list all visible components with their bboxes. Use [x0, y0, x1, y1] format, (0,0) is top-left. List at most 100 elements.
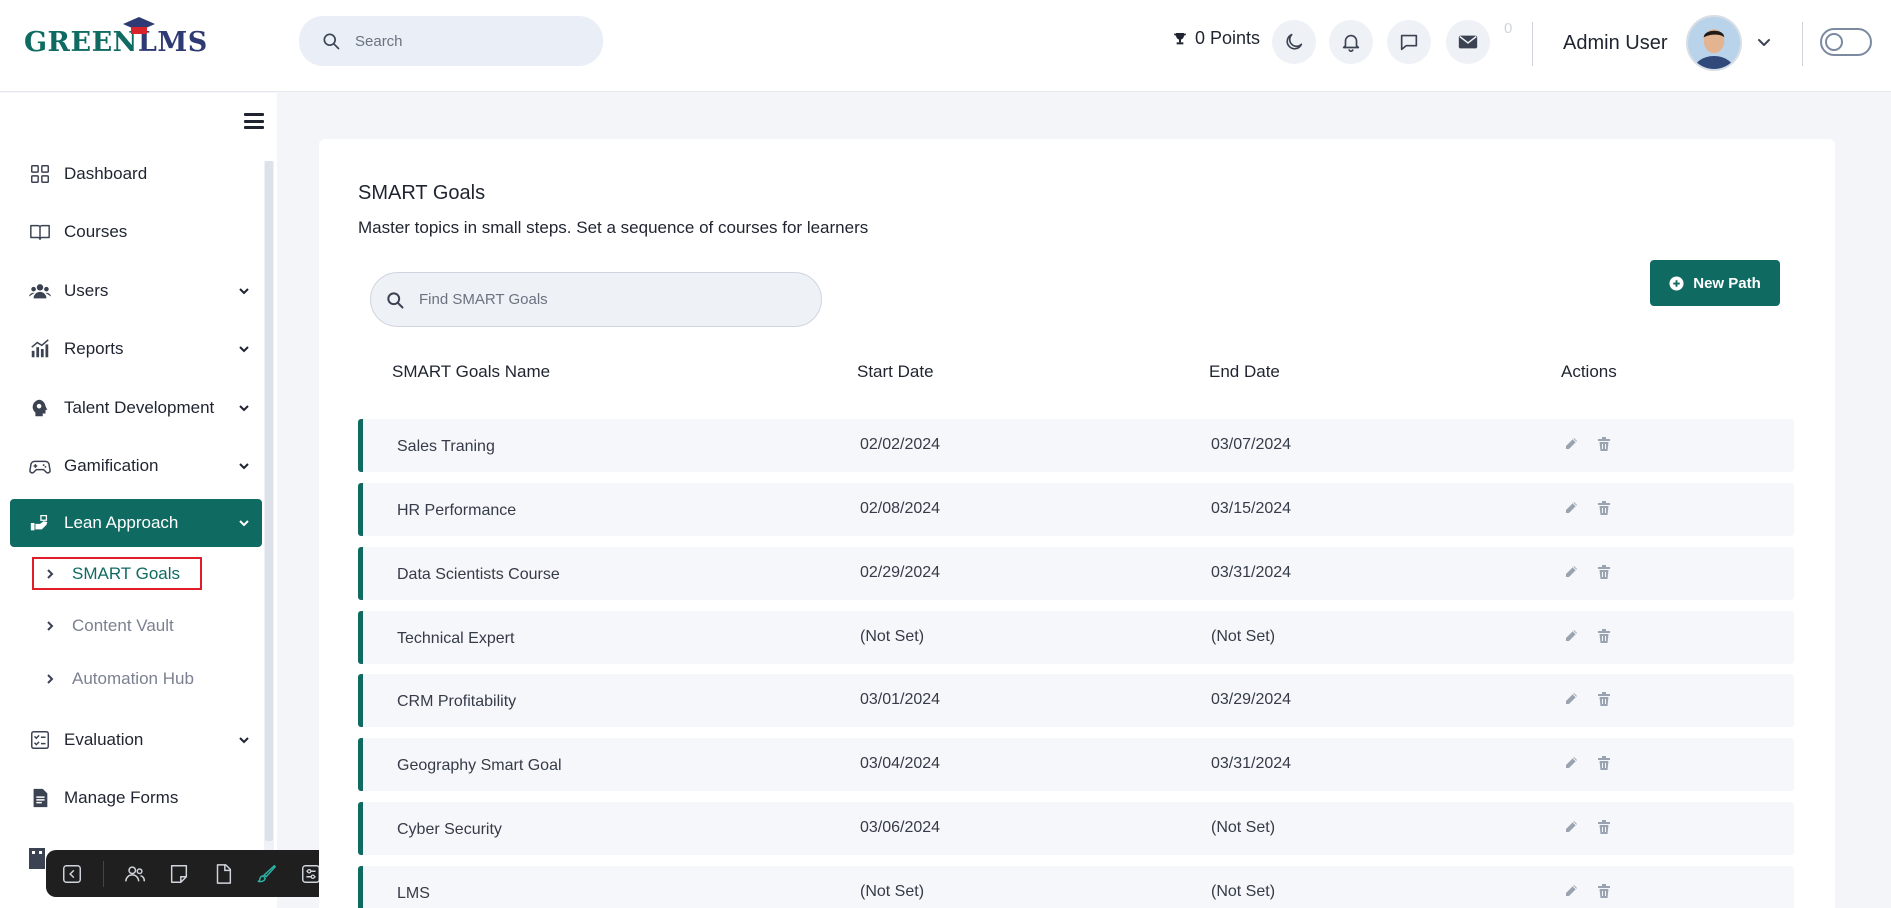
sidebar-item-evaluation[interactable]: Evaluation — [10, 716, 262, 764]
subitem-label: SMART Goals — [72, 563, 181, 583]
end-date: (Not Set) — [1211, 883, 1276, 900]
chevron-down-icon — [239, 520, 249, 527]
sidebar-item-talent-development[interactable]: Talent Development — [10, 384, 262, 432]
start-date: 02/02/2024 — [860, 436, 941, 453]
sidebar-item-label: Evaluation — [64, 730, 144, 749]
sidebar-item-manage-forms[interactable]: Manage Forms — [10, 774, 262, 822]
table-row[interactable]: Geography Smart Goal 03/04/2024 03/31/2024 — [358, 738, 1794, 791]
header-divider-2 — [1802, 22, 1803, 66]
notifications-button[interactable] — [1329, 20, 1373, 64]
goal-name: Sales Traning — [397, 438, 495, 455]
chevron-down-icon — [239, 737, 249, 744]
edit-icon[interactable] — [1563, 564, 1581, 582]
subitem-automation-hub[interactable]: Automation Hub — [44, 664, 194, 694]
edit-icon[interactable] — [1563, 755, 1581, 773]
table-row[interactable]: LMS (Not Set) (Not Set) — [358, 866, 1794, 908]
sidebar-item-label: Talent Development — [64, 398, 215, 417]
trash-icon[interactable] — [1596, 819, 1614, 837]
bell-icon — [1342, 34, 1360, 52]
edit-icon[interactable] — [1563, 500, 1581, 518]
trash-icon[interactable] — [1596, 883, 1614, 901]
global-search[interactable]: Search — [299, 16, 603, 66]
menu-toggle-icon[interactable] — [244, 113, 264, 129]
edit-icon[interactable] — [1563, 628, 1581, 646]
brush-button[interactable] — [254, 861, 280, 887]
chevron-right-icon — [47, 621, 54, 631]
find-placeholder: Find SMART Goals — [419, 291, 548, 308]
people-button[interactable] — [122, 861, 148, 887]
edit-icon[interactable] — [1563, 883, 1581, 901]
subitem-label: Content Vault — [72, 616, 174, 635]
sidebar-item-dashboard[interactable]: Dashboard — [10, 150, 262, 198]
sidebar-scrollbar[interactable] — [264, 161, 274, 851]
sidebar-item-gamification[interactable]: Gamification — [10, 442, 262, 490]
table-row[interactable]: Sales Traning 02/02/2024 03/07/2024 — [358, 419, 1794, 472]
note-button[interactable] — [166, 861, 192, 887]
sidebar-item-label: Gamification — [64, 456, 159, 475]
points-display[interactable]: 0 Points — [1172, 28, 1260, 49]
sidebar-item-label: Reports — [64, 339, 124, 358]
start-date: 02/08/2024 — [860, 500, 941, 517]
chevron-right-icon — [47, 568, 54, 579]
goal-name: Cyber Security — [397, 821, 502, 838]
new-path-button[interactable]: New Path — [1650, 260, 1780, 306]
end-date: 03/29/2024 — [1211, 691, 1292, 708]
chevron-down-icon[interactable] — [1756, 34, 1772, 50]
page-title: SMART Goals — [358, 182, 486, 204]
trash-icon[interactable] — [1596, 564, 1614, 582]
page-subtitle: Master topics in small steps. Set a sequ… — [358, 218, 869, 237]
goal-name: LMS — [397, 885, 430, 902]
talent-icon — [28, 396, 52, 420]
trash-icon[interactable] — [1596, 500, 1614, 518]
chart-icon — [28, 337, 52, 361]
search-icon — [323, 33, 340, 50]
goal-name: Data Scientists Course — [397, 566, 560, 583]
sidebar: Dashboard Courses Users Reports Talent D… — [0, 93, 277, 908]
avatar[interactable] — [1686, 15, 1742, 71]
table-row[interactable]: CRM Profitability 03/01/2024 03/29/2024 — [358, 674, 1794, 727]
user-name[interactable]: Admin User — [1563, 32, 1667, 55]
trash-icon[interactable] — [1596, 436, 1614, 454]
trash-icon[interactable] — [1596, 691, 1614, 709]
new-path-label: New Path — [1693, 274, 1761, 292]
edit-icon[interactable] — [1563, 819, 1581, 837]
sidebar-item-users[interactable]: Users — [10, 267, 262, 315]
logo-text-green: GREEN — [24, 26, 138, 58]
sidebar-item-reports[interactable]: Reports — [10, 325, 262, 373]
chevron-down-icon — [239, 405, 249, 412]
find-smart-goals-input[interactable]: Find SMART Goals — [370, 272, 822, 327]
header-divider — [1532, 22, 1533, 66]
points-label: 0 Points — [1195, 28, 1261, 48]
end-date: 03/07/2024 — [1211, 436, 1292, 453]
table-row[interactable]: Data Scientists Course 02/29/2024 03/31/20… — [358, 547, 1794, 600]
page-button[interactable] — [210, 861, 236, 887]
logo[interactable]: GREEN LMS — [24, 17, 208, 64]
chevron-down-icon — [239, 346, 249, 353]
edit-icon[interactable] — [1563, 436, 1581, 454]
end-date: (Not Set) — [1211, 819, 1276, 836]
theme-toggle[interactable] — [1820, 28, 1872, 56]
collapse-button[interactable] — [59, 861, 85, 887]
start-date: 03/04/2024 — [860, 755, 941, 772]
user-photo-icon — [1688, 17, 1740, 69]
sidebar-item-courses[interactable]: Courses — [10, 208, 262, 256]
trash-icon[interactable] — [1596, 628, 1614, 646]
trash-icon[interactable] — [1596, 755, 1614, 773]
sidebar-item-lean-approach[interactable]: Lean Approach — [10, 499, 262, 547]
sidebar-item-label: Courses — [64, 222, 128, 241]
subitem-smart-goals[interactable]: SMART Goals — [32, 557, 202, 590]
book-icon — [28, 220, 52, 244]
start-date: (Not Set) — [860, 628, 925, 645]
column-header-actions: Actions — [1561, 362, 1617, 381]
subitem-content-vault[interactable]: Content Vault — [44, 611, 174, 641]
chevron-right-icon — [47, 674, 54, 684]
table-row[interactable]: HR Performance 02/08/2024 03/15/2024 — [358, 483, 1794, 536]
column-header-end: End Date — [1209, 362, 1280, 381]
goal-name: Technical Expert — [397, 630, 515, 647]
table-row[interactable]: Technical Expert (Not Set) (Not Set) — [358, 611, 1794, 664]
table-row[interactable]: Cyber Security 03/06/2024 (Not Set) — [358, 802, 1794, 855]
mail-button[interactable] — [1446, 20, 1490, 64]
edit-icon[interactable] — [1563, 691, 1581, 709]
chat-button[interactable] — [1387, 20, 1431, 64]
dark-mode-button[interactable] — [1272, 20, 1316, 64]
